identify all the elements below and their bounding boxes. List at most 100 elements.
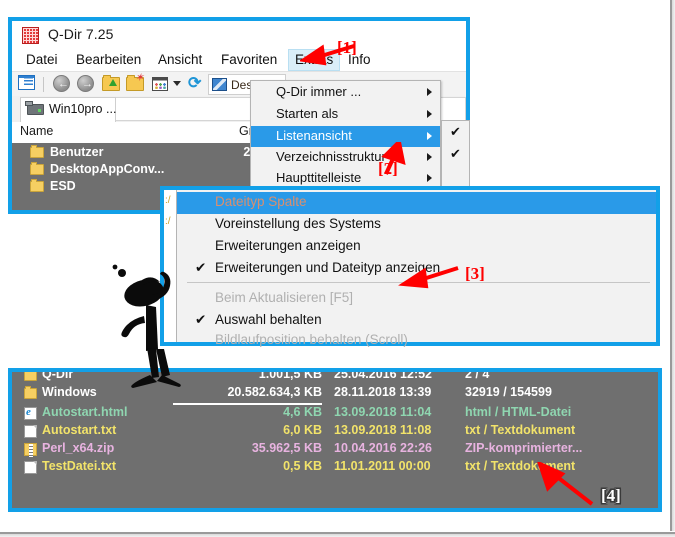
html-file-icon — [24, 406, 37, 420]
forward-icon[interactable]: → — [77, 75, 97, 94]
menu-item-verzeichnisstruktur[interactable]: Verzeichnisstruktur — [251, 147, 440, 168]
menu-checkmark-strip: ✔ ✔ — [441, 120, 470, 190]
file-date: 25.04.2016 12:52 — [334, 368, 433, 381]
menu-item-listenansicht[interactable]: Listenansicht — [251, 126, 440, 147]
submenu-item-label: Auswahl behalten — [215, 312, 322, 327]
file-date: 13.09.2018 11:04 — [334, 405, 432, 419]
file-name: Autostart.txt — [42, 423, 117, 437]
menu-favoriten[interactable]: Favoriten — [215, 49, 283, 71]
window-title: Q-Dir 7.25 — [48, 26, 114, 42]
table-row[interactable]: Autostart.html 4,6 KB 13.09.2018 11:04 h… — [12, 405, 658, 423]
submenu-item-beim-aktualisieren: Beim Aktualisieren [F5] — [177, 288, 656, 310]
annotation-label-4: [4] — [601, 486, 621, 505]
submenu-item-label: Beim Aktualisieren [F5] — [215, 290, 354, 305]
menu-item-label: Verzeichnisstruktur — [276, 149, 386, 164]
file-name: TestDatei.txt — [42, 459, 117, 473]
page-edge-bottom — [0, 531, 675, 537]
file-name: Perl_x64.zip — [42, 441, 115, 455]
menu-datei[interactable]: Datei — [20, 49, 64, 71]
stub-glyph: :/ — [165, 195, 171, 206]
submenu-arrow-icon — [427, 174, 432, 182]
submenu-item-dateityp-spalte[interactable]: Dateityp Spalte — [177, 192, 656, 214]
computer-icon — [25, 101, 44, 115]
submenu-item-auswahl-behalten[interactable]: ✔ Auswahl behalten — [177, 310, 656, 332]
new-folder-icon[interactable]: ✶ — [126, 73, 146, 96]
menu-item-label: Starten als — [276, 106, 339, 121]
file-date: 28.11.2018 13:39 — [334, 385, 432, 399]
views-icon[interactable] — [152, 77, 172, 96]
extras-dropdown-menu[interactable]: Q-Dir immer ... Starten als Listenansich… — [250, 80, 441, 190]
text-file-icon — [24, 461, 37, 474]
refresh-icon[interactable]: ⟳ — [188, 76, 208, 95]
annotation-label-1: [1] — [337, 38, 357, 57]
file-name: ESD — [50, 179, 76, 193]
thinking-stick-figure — [112, 264, 181, 388]
menu-item-starten-als[interactable]: Starten als — [251, 104, 440, 125]
file-size: 6,0 KB — [283, 423, 322, 437]
folder-icon — [30, 179, 44, 192]
zip-file-icon — [24, 443, 37, 457]
checkmark-icon: ✔ — [450, 124, 461, 139]
file-date: 10.04.2016 22:26 — [334, 441, 433, 455]
folder-icon — [30, 145, 44, 158]
submenu-item-label: Bildlaufposition behalten (Scroll) — [215, 332, 408, 347]
submenu-arrow-icon — [427, 88, 432, 96]
file-date: 11.01.2011 00:00 — [334, 459, 431, 473]
file-type: 32919 / 154599 — [465, 385, 552, 399]
file-type: ZIP-komprimierter... — [465, 441, 583, 455]
desktop-icon — [212, 78, 227, 91]
menu-ansicht[interactable]: Ansicht — [152, 49, 208, 71]
annotation-arrow-4 — [537, 462, 594, 506]
submenu-item-voreinstellung-des-systems[interactable]: Voreinstellung des Systems — [177, 214, 656, 236]
screenshot-root: Q-Dir 7.25 Datei Bearbeiten Ansicht Favo… — [0, 0, 675, 537]
menu-bar: Datei Bearbeiten Ansicht Favoriten Extra… — [12, 49, 466, 71]
file-name: Benutzer — [50, 145, 104, 159]
text-file-icon — [24, 425, 37, 438]
file-name: Q-Dir — [42, 368, 74, 381]
file-type: html / HTML-Datei — [465, 405, 572, 419]
stub-glyph: :/ — [165, 216, 171, 227]
submenu-item-label: Voreinstellung des Systems — [215, 216, 381, 231]
file-size: 4,6 KB — [283, 405, 322, 419]
submenu-arrow-icon — [427, 153, 432, 161]
submenu-arrow-icon — [427, 132, 432, 140]
file-type: txt / Textdokument — [465, 423, 576, 437]
annotation-label-3: [3] — [465, 264, 485, 283]
tab-label: Win10pro — [49, 102, 103, 116]
folder-icon — [24, 386, 37, 399]
file-size: 35.962,5 KB — [251, 441, 322, 455]
file-date: 13.09.2018 11:08 — [334, 423, 432, 437]
tab-win10pro[interactable]: Win10pro ... — [20, 97, 116, 122]
submenu-item-erweiterungen-anzeigen[interactable]: Erweiterungen anzeigen — [177, 236, 656, 258]
list-view-icon[interactable] — [18, 75, 38, 94]
file-name: DesktopAppConv... — [50, 162, 165, 176]
up-folder-icon[interactable] — [102, 75, 122, 96]
page-edge-right — [669, 0, 675, 537]
submenu-arrow-icon — [427, 110, 432, 118]
annotation-arrow-3 — [398, 266, 459, 289]
menu-item-qdir-immer[interactable]: Q-Dir immer ... — [251, 82, 440, 103]
title-bar: Q-Dir 7.25 — [12, 21, 466, 49]
folder-icon — [30, 162, 44, 175]
table-row[interactable]: Autostart.txt 6,0 KB 13.09.2018 11:08 tx… — [12, 423, 658, 441]
column-header-name[interactable]: Name — [20, 124, 53, 138]
submenu-item-label: Dateityp Spalte — [215, 194, 307, 209]
checkmark-icon: ✔ — [450, 146, 461, 161]
menu-item-label: Q-Dir immer ... — [276, 84, 362, 99]
file-size: 0,5 KB — [283, 459, 322, 473]
table-row[interactable]: Perl_x64.zip 35.962,5 KB 10.04.2016 22:2… — [12, 441, 658, 459]
tab-dots: ... — [106, 102, 117, 116]
toolbar-separator — [43, 77, 44, 92]
annotation-label-2: [2] — [378, 159, 398, 178]
folder-icon — [24, 372, 37, 381]
file-name: Windows — [42, 385, 97, 399]
back-icon[interactable]: ← — [53, 75, 73, 94]
menu-item-label: Listenansicht — [276, 128, 352, 143]
qdir-grid-icon — [22, 27, 39, 44]
file-type: 2 / 4 — [465, 368, 490, 381]
file-name: Autostart.html — [42, 405, 128, 419]
submenu-item-label: Erweiterungen anzeigen — [215, 238, 361, 253]
menu-bearbeiten[interactable]: Bearbeiten — [70, 49, 147, 71]
menu-item-label: Haupttitelleiste — [276, 170, 362, 185]
submenu-item-bildlaufposition-behalten: Bildlaufposition behalten (Scroll) — [177, 330, 656, 352]
